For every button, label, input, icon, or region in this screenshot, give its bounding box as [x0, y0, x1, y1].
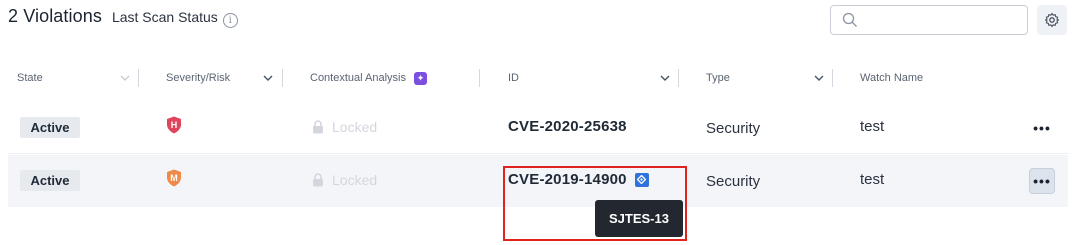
gear-icon — [1044, 12, 1060, 28]
severity-letter: H — [171, 120, 178, 130]
cve-id: CVE-2020-25638 — [508, 118, 627, 135]
chevron-down-icon[interactable] — [658, 71, 672, 85]
contextual-analysis-locked: Locked — [312, 172, 377, 188]
more-actions-button[interactable]: ••• — [1029, 115, 1055, 141]
watch-name: test — [860, 118, 885, 135]
column-divider[interactable] — [138, 69, 139, 87]
column-divider[interactable] — [282, 69, 283, 87]
lock-icon — [313, 120, 323, 134]
column-header-state[interactable]: State — [17, 62, 43, 94]
info-icon[interactable]: i — [222, 13, 238, 28]
severity-medium-icon: M — [167, 169, 181, 187]
settings-button[interactable] — [1037, 5, 1067, 35]
column-header-type[interactable]: Type — [706, 62, 730, 94]
last-scan-status-label: Last Scan Status — [111, 9, 218, 25]
locked-label: Locked — [332, 119, 378, 135]
table-header: State Severity/Risk Contextual Analysis … — [8, 62, 1068, 94]
column-label: State — [17, 72, 43, 84]
column-label: Watch Name — [860, 72, 924, 84]
violation-type: Security — [706, 120, 761, 137]
column-header-contextual-analysis[interactable]: Contextual Analysis ✦ — [310, 62, 427, 94]
locked-label: Locked — [332, 172, 378, 188]
column-header-severity[interactable]: Severity/Risk — [166, 62, 230, 94]
column-header-id[interactable]: ID — [508, 62, 519, 94]
search-icon — [842, 12, 857, 27]
column-label: Severity/Risk — [166, 72, 231, 84]
more-actions-button[interactable]: ••• — [1029, 168, 1055, 194]
column-divider[interactable] — [479, 69, 480, 87]
contextual-analysis-locked: Locked — [312, 119, 377, 135]
ai-sparkle-icon: ✦ — [414, 71, 427, 85]
table-row[interactable]: Active H Locked CVE-2020-25638 Security … — [8, 102, 1068, 154]
severity-letter: M — [170, 173, 178, 183]
column-header-watch-name[interactable]: Watch Name — [860, 62, 923, 94]
chevron-down-icon[interactable] — [812, 71, 826, 85]
column-label: Contextual Analysis — [310, 72, 406, 84]
state-badge: Active — [20, 117, 80, 138]
chevron-down-icon[interactable] — [261, 71, 275, 85]
severity-high-icon: H — [167, 116, 181, 134]
jira-ticket-tooltip: SJTES-13 — [595, 200, 683, 237]
lock-icon — [313, 173, 323, 187]
column-divider[interactable] — [832, 69, 833, 87]
column-label: Type — [706, 72, 730, 84]
column-divider[interactable] — [678, 69, 679, 87]
page-header: 2 Violations Last Scan Status i — [8, 6, 238, 34]
cve-id-link[interactable]: CVE-2020-25638 — [508, 118, 627, 135]
page-title: 2 Violations — [8, 6, 102, 26]
column-label: ID — [508, 72, 519, 84]
chevron-down-icon[interactable] — [118, 71, 132, 85]
search-input[interactable] — [830, 5, 1028, 35]
state-badge: Active — [20, 170, 80, 191]
violation-type: Security — [706, 173, 761, 190]
watch-name: test — [860, 171, 885, 188]
